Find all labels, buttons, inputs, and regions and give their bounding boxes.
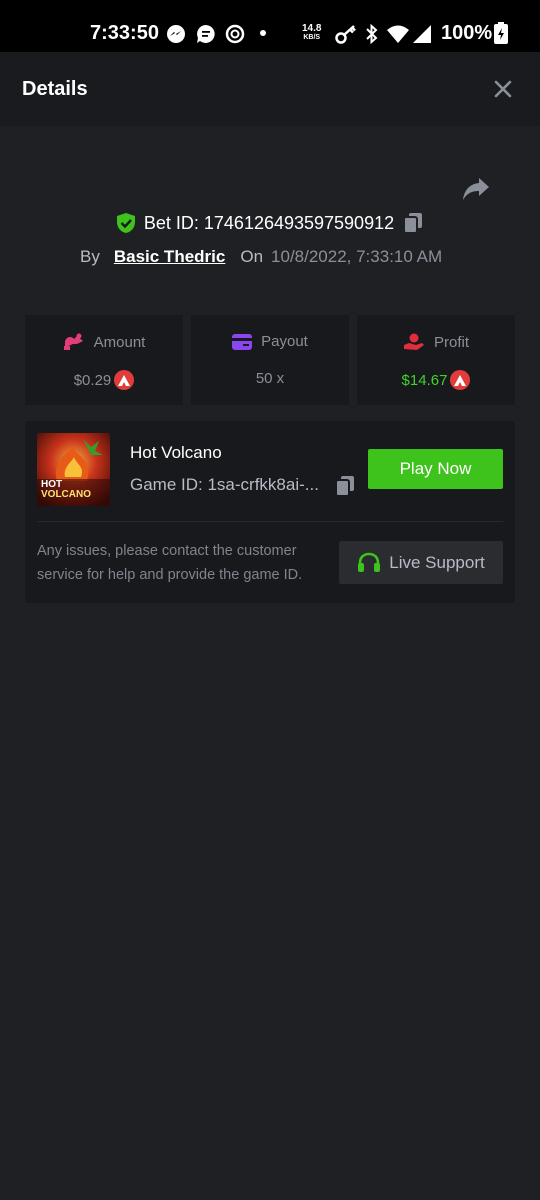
stat-profit: Profit $14.67 xyxy=(357,315,515,405)
by-label: By xyxy=(80,247,100,266)
status-time: 7:33:50 xyxy=(90,22,159,44)
share-icon[interactable] xyxy=(462,176,490,202)
thumb-text: HOT VOLCANO xyxy=(41,480,91,500)
amount-value: $0.29 xyxy=(73,371,112,389)
profit-label: Profit xyxy=(433,333,469,351)
payout-icon xyxy=(232,333,253,350)
chat-icon xyxy=(197,25,215,43)
shield-icon xyxy=(116,213,135,233)
live-support-button[interactable]: Live Support xyxy=(339,541,503,584)
game-id: Game ID: 1sa-crfkk8ai-... xyxy=(130,475,319,494)
headset-icon xyxy=(358,552,381,572)
profit-icon xyxy=(403,333,424,350)
game-title: Hot Volcano xyxy=(130,443,222,462)
amount-label: Amount xyxy=(93,333,146,351)
net-speed-unit: KB/S xyxy=(303,34,321,41)
payout-value: 50 x xyxy=(255,370,285,387)
wifi-icon xyxy=(387,25,409,43)
signal-icon xyxy=(413,25,431,43)
profit-value: $14.67 xyxy=(401,371,448,389)
game-thumbnail[interactable]: HOT VOLCANO xyxy=(37,433,110,506)
live-support-label: Live Support xyxy=(389,552,485,572)
on-label: On xyxy=(240,247,264,266)
bet-id: Bet ID: 1746126493597590912 xyxy=(143,212,395,233)
amount-icon xyxy=(63,333,83,350)
battery-percent: 100% xyxy=(441,22,493,44)
bluetooth-icon xyxy=(366,24,378,44)
divider xyxy=(37,521,503,522)
battery-icon xyxy=(494,22,508,44)
key-icon xyxy=(335,25,356,44)
bet-date: 10/8/2022, 7:33:10 AM xyxy=(271,247,443,266)
sync-icon xyxy=(225,24,245,44)
details-header: Details xyxy=(0,52,540,126)
page-title: Details xyxy=(22,78,88,100)
dot-icon xyxy=(260,30,266,36)
copy-icon[interactable] xyxy=(334,475,356,497)
thumb-text-line2: VOLCANO xyxy=(41,489,91,500)
net-speed-value: 14.8 xyxy=(302,23,322,34)
status-bar: 7:33:50 14.8 KB/S 100% xyxy=(0,0,540,52)
messenger-icon xyxy=(167,25,185,43)
bet-meta: By Basic Thedric On 10/8/2022, 7:33:10 A… xyxy=(80,247,442,267)
stat-payout: Payout 50 x xyxy=(191,315,349,405)
play-now-button[interactable]: Play Now xyxy=(368,449,503,489)
coin-icon xyxy=(450,370,471,390)
payout-label: Payout xyxy=(261,333,308,350)
user-link[interactable]: Basic Thedric xyxy=(114,247,226,267)
close-icon[interactable] xyxy=(490,76,516,102)
net-speed: 14.8 KB/S xyxy=(302,24,321,42)
issues-text: Any issues, please contact the customer … xyxy=(37,543,303,583)
bet-id-row: Bet ID: 1746126493597590912 xyxy=(0,212,540,242)
stat-amount: Amount $0.29 xyxy=(25,315,183,405)
coin-icon xyxy=(114,370,135,390)
copy-icon[interactable] xyxy=(402,212,424,234)
game-card: HOT VOLCANO Hot Volcano Game ID: 1sa-crf… xyxy=(25,421,515,603)
